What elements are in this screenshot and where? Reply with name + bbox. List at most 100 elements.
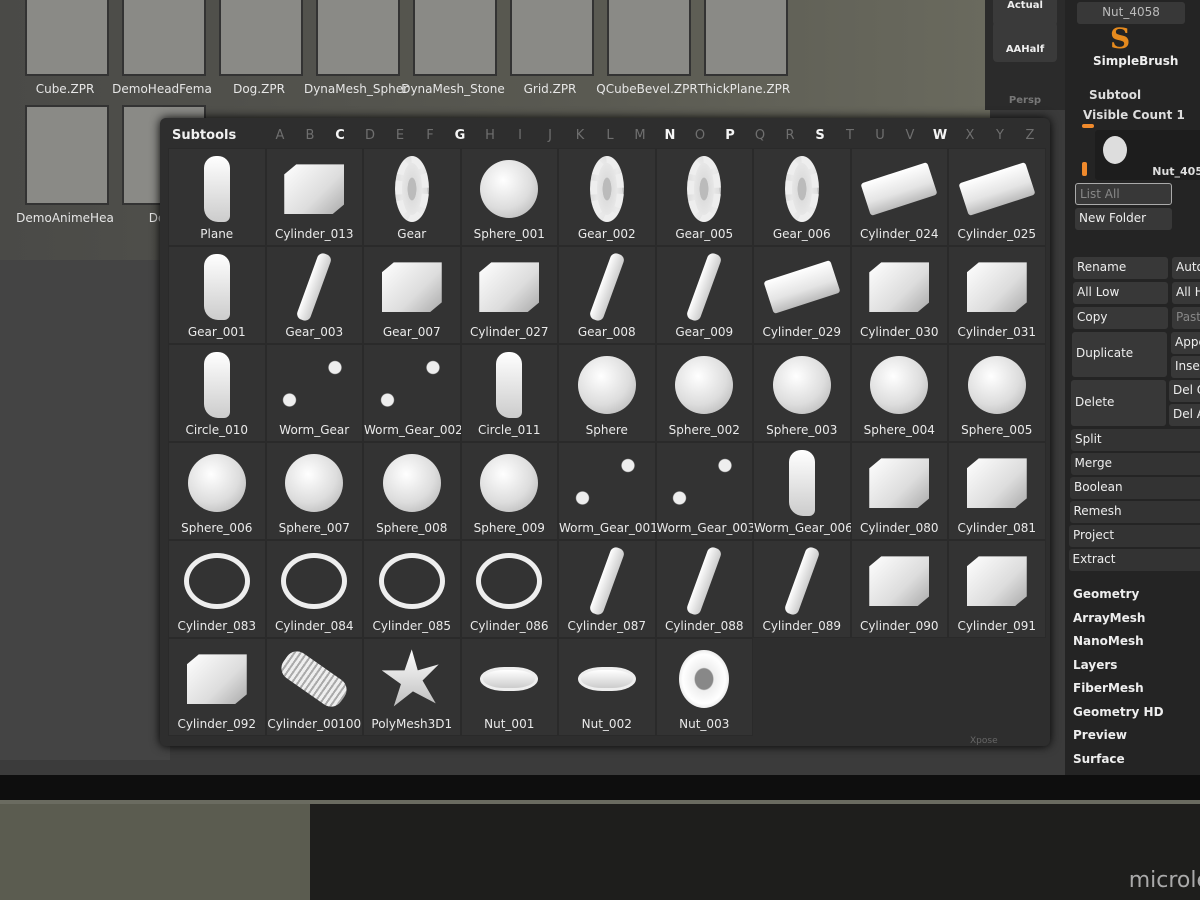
all-high-button[interactable]: All H [1172, 282, 1200, 304]
subtool-cell[interactable]: Cylinder_087 [558, 540, 656, 638]
list-all-button[interactable]: List All [1075, 183, 1172, 205]
menu-geometry-hd[interactable]: Geometry HD [1073, 705, 1164, 719]
duplicate-button[interactable]: Duplicate [1072, 332, 1167, 377]
letter-filter-z[interactable]: Z [1015, 128, 1045, 143]
browser-label[interactable]: QCubeBevel.ZPR [592, 82, 702, 96]
letter-filter-v[interactable]: V [895, 128, 925, 143]
copy-button[interactable]: Copy [1073, 307, 1168, 329]
subtool-cell[interactable]: Gear_007 [363, 246, 461, 344]
subtool-cell[interactable]: Sphere_008 [363, 442, 461, 540]
subtool-cell[interactable]: Cylinder_084 [265, 540, 363, 638]
subtool-cell[interactable]: Cylinder_00100 [265, 638, 363, 736]
letter-filter-f[interactable]: F [415, 128, 445, 143]
del-all-button[interactable]: Del A [1169, 404, 1200, 426]
auto-button[interactable]: Auto [1172, 257, 1200, 279]
subtool-cell[interactable]: Sphere_001 [460, 148, 558, 246]
browser-thumbnail[interactable] [607, 0, 691, 76]
letter-filter-s[interactable]: S [805, 128, 835, 143]
browser-label[interactable]: DynaMesh_Stone [398, 82, 508, 96]
browser-thumbnail[interactable] [25, 0, 109, 76]
subtool-cell[interactable]: Gear_009 [655, 246, 753, 344]
subtool-cell[interactable]: Worm_Gear_003 [655, 442, 755, 540]
subtool-cell[interactable]: Gear_002 [558, 148, 656, 246]
letter-filter-k[interactable]: K [565, 128, 595, 143]
browser-thumbnail[interactable] [704, 0, 788, 76]
letter-filter-p[interactable]: P [715, 128, 745, 143]
subtool-cell[interactable]: Cylinder_027 [460, 246, 558, 344]
letter-filter-h[interactable]: H [475, 128, 505, 143]
letter-filter-c[interactable]: C [325, 128, 355, 143]
letter-filter-j[interactable]: J [535, 128, 565, 143]
subtool-cell[interactable]: Cylinder_080 [850, 442, 948, 540]
menu-fibermesh[interactable]: FiberMesh [1073, 681, 1144, 695]
subtool-cell[interactable]: Cylinder_089 [753, 540, 851, 638]
subtool-cell[interactable]: Gear [363, 148, 461, 246]
letter-filter-q[interactable]: Q [745, 128, 775, 143]
subtool-cell[interactable]: Sphere_003 [753, 344, 851, 442]
current-tool[interactable]: Nut_4058 [1077, 2, 1185, 24]
subtool-cell[interactable]: Sphere_004 [850, 344, 948, 442]
letter-filter-a[interactable]: A [265, 128, 295, 143]
all-low-button[interactable]: All Low [1073, 282, 1168, 304]
subtool-cell[interactable]: Sphere_007 [265, 442, 363, 540]
menu-preview[interactable]: Preview [1073, 728, 1127, 742]
simplebrush-label[interactable]: SimpleBrush [1093, 54, 1178, 68]
del-other-button[interactable]: Del O [1169, 380, 1200, 402]
subtool-cell[interactable]: Sphere_002 [655, 344, 753, 442]
menu-nanomesh[interactable]: NanoMesh [1073, 634, 1144, 648]
subtool-cell[interactable]: Cylinder_086 [460, 540, 558, 638]
subtool-cell[interactable]: Sphere_005 [948, 344, 1046, 442]
letter-filter-m[interactable]: M [625, 128, 655, 143]
letter-filter-d[interactable]: D [355, 128, 385, 143]
subtool-cell[interactable]: Gear_001 [168, 246, 266, 344]
browser-label[interactable]: ThickPlane.ZPR [689, 82, 799, 96]
subtool-cell[interactable]: Nut_002 [558, 638, 656, 736]
browser-label[interactable]: Dog.ZPR [204, 82, 314, 96]
rename-button[interactable]: Rename [1073, 257, 1168, 279]
letter-filter-b[interactable]: B [295, 128, 325, 143]
subtool-cell[interactable]: Cylinder_088 [655, 540, 753, 638]
letter-filter-e[interactable]: E [385, 128, 415, 143]
action-merge[interactable]: Merge [1070, 453, 1200, 475]
subtool-cell[interactable]: PolyMesh3D1 [363, 638, 461, 736]
subtool-cell[interactable]: Worm_Gear_006 [753, 442, 853, 540]
subtool-cell[interactable]: Cylinder_085 [363, 540, 461, 638]
letter-filter-t[interactable]: T [835, 128, 865, 143]
subtool-title[interactable]: Subtool [1089, 88, 1141, 102]
browser-thumbnail[interactable] [510, 0, 594, 76]
browser-thumbnail[interactable] [316, 0, 400, 76]
browser-label[interactable]: DynaMesh_Spher [301, 82, 411, 96]
subtool-cell[interactable]: Gear_008 [558, 246, 656, 344]
browser-label[interactable]: DemoHeadFema [107, 82, 217, 96]
subtool-cell[interactable]: Gear_005 [655, 148, 753, 246]
action-remesh[interactable]: Remesh [1069, 501, 1200, 523]
aahalf-button[interactable]: AAHalf [993, 22, 1057, 62]
letter-filter-i[interactable]: I [505, 128, 535, 143]
letter-filter-g[interactable]: G [445, 128, 475, 143]
action-extract[interactable]: Extract [1068, 549, 1200, 571]
browser-label[interactable]: Grid.ZPR [495, 82, 605, 96]
subtool-cell[interactable]: Circle_011 [460, 344, 558, 442]
scroll-indicator[interactable] [1082, 124, 1094, 128]
subtool-cell[interactable]: Cylinder_081 [948, 442, 1046, 540]
action-split[interactable]: Split [1071, 429, 1200, 451]
menu-surface[interactable]: Surface [1073, 752, 1125, 766]
subtool-cell[interactable]: Cylinder_024 [850, 148, 948, 246]
menu-layers[interactable]: Layers [1073, 658, 1117, 672]
delete-button[interactable]: Delete [1071, 380, 1166, 426]
subtool-cell[interactable]: Worm_Gear [265, 344, 363, 442]
letter-filter-o[interactable]: O [685, 128, 715, 143]
persp-button[interactable]: Persp [993, 75, 1057, 115]
subtool-cell[interactable]: Cylinder_029 [753, 246, 851, 344]
menu-arraymesh[interactable]: ArrayMesh [1073, 611, 1145, 625]
subtool-cell[interactable]: Worm_Gear_001 [558, 442, 658, 540]
letter-filter-y[interactable]: Y [985, 128, 1015, 143]
action-project[interactable]: Project [1069, 525, 1200, 547]
subtool-cell[interactable]: Gear_003 [265, 246, 363, 344]
append-button[interactable]: Appe [1171, 332, 1200, 354]
insert-button[interactable]: Inser [1171, 356, 1200, 378]
letter-filter-l[interactable]: L [595, 128, 625, 143]
subtool-cell[interactable]: Nut_001 [460, 638, 558, 736]
action-boolean[interactable]: Boolean [1070, 477, 1200, 499]
xpose-button[interactable]: Xpose [970, 736, 998, 746]
